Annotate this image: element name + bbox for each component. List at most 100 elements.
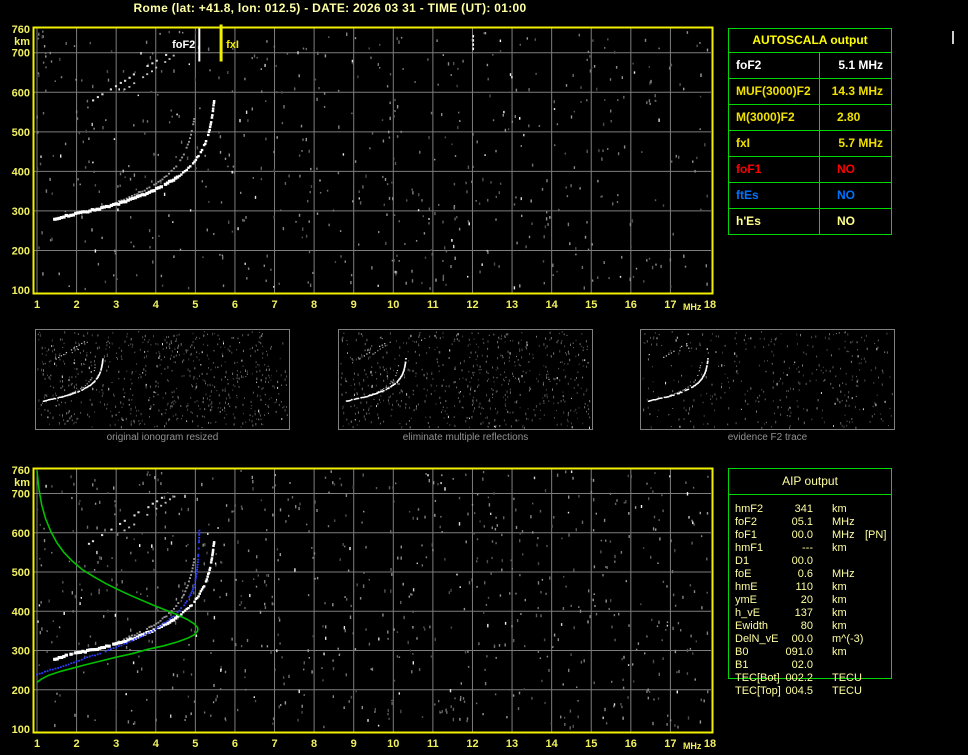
parameter-label: foF2 bbox=[729, 53, 820, 78]
autoscala-table-title: AUTOSCALA output bbox=[729, 29, 891, 53]
svg-text:8: 8 bbox=[311, 738, 317, 750]
svg-text:4: 4 bbox=[153, 738, 160, 750]
svg-text:300: 300 bbox=[12, 206, 30, 218]
parameter-value: 5.7 MHz bbox=[820, 131, 891, 156]
aip-table-title: AIP output bbox=[729, 469, 891, 495]
svg-text:760: 760 bbox=[12, 24, 30, 36]
svg-text:fxI: fxI bbox=[226, 39, 239, 51]
svg-text:12: 12 bbox=[466, 738, 478, 750]
svg-text:7: 7 bbox=[271, 299, 277, 311]
svg-text:6: 6 bbox=[232, 738, 238, 750]
noise-speckle bbox=[37, 470, 709, 729]
top-ionogram-plot: foF2fxI760700600500400300200100km1234567… bbox=[0, 17, 725, 317]
svg-text:13: 13 bbox=[506, 299, 518, 311]
svg-text:8: 8 bbox=[311, 299, 317, 311]
autoscala-row-hes: h'EsNO bbox=[729, 209, 891, 234]
aip-cell-unit: TECU bbox=[832, 672, 865, 685]
aip-cell-unit: TECU bbox=[832, 685, 865, 698]
axis-labels: 760700600500400300200100km12345678910111… bbox=[12, 465, 716, 751]
svg-text:14: 14 bbox=[546, 299, 559, 311]
aip-cell-label: foE bbox=[735, 568, 785, 581]
aip-row-b0: B0091.0 km bbox=[728, 646, 908, 659]
parameter-label: h'Es bbox=[729, 209, 820, 234]
thumbnail-caption-evidence: evidence F2 trace bbox=[640, 432, 895, 443]
svg-text:200: 200 bbox=[12, 685, 30, 697]
aip-cell-value: 20 bbox=[785, 594, 813, 607]
svg-text:3: 3 bbox=[113, 738, 119, 750]
aip-cell-label: B0 bbox=[735, 646, 785, 659]
page-title: Rome (lat: +41.8, lon: 012.5) - DATE: 20… bbox=[0, 1, 660, 15]
svg-text:700: 700 bbox=[12, 48, 30, 60]
aip-cell-unit: MHz bbox=[832, 568, 865, 581]
svg-text:16: 16 bbox=[625, 738, 637, 750]
aip-cell-unit bbox=[832, 659, 865, 672]
aip-cell-value: 341 bbox=[785, 503, 813, 516]
aip-cell-label: h_vE bbox=[735, 607, 785, 620]
aip-cell-value: 002.2 bbox=[785, 672, 813, 685]
svg-text:km: km bbox=[14, 477, 30, 489]
aip-cell-unit: km bbox=[832, 594, 865, 607]
aip-cell-label: hmF1 bbox=[735, 542, 785, 555]
svg-text:18: 18 bbox=[704, 299, 716, 311]
autoscala-row-fxi: fxI5.7 MHz bbox=[729, 131, 891, 157]
aip-cell-value: 02.0 bbox=[785, 659, 813, 672]
aip-row-hme: hmE110km bbox=[728, 581, 908, 594]
aip-cell-unit: km bbox=[832, 646, 865, 659]
svg-text:13: 13 bbox=[506, 738, 518, 750]
aip-cell-unit: km bbox=[832, 620, 865, 633]
aip-cell-value: 091.0 bbox=[785, 646, 813, 659]
aip-cell-value: 00.0 bbox=[785, 555, 813, 568]
noise-speckle bbox=[36, 31, 708, 291]
svg-text:15: 15 bbox=[585, 299, 597, 311]
bottom-ionogram-plot: 760700600500400300200100km12345678910111… bbox=[0, 458, 725, 755]
aip-row-tecbot: TEC[Bot]002.2TECU bbox=[728, 672, 908, 685]
autoscala-row-ftes: ftEsNO bbox=[729, 183, 891, 209]
svg-text:600: 600 bbox=[12, 87, 30, 99]
svg-text:15: 15 bbox=[585, 738, 597, 750]
svg-text:17: 17 bbox=[664, 299, 676, 311]
svg-text:17: 17 bbox=[664, 738, 676, 750]
grid-lines bbox=[34, 28, 711, 293]
autoscala-row-muf3000f2: MUF(3000)F214.3 MHz bbox=[729, 79, 891, 105]
aip-row-hmf2: hmF2341km bbox=[728, 503, 908, 516]
aip-cell-label: Ewidth bbox=[735, 620, 785, 633]
svg-text:10: 10 bbox=[387, 738, 399, 750]
aip-cell-label: foF1 bbox=[735, 529, 785, 542]
svg-text:10: 10 bbox=[387, 299, 399, 311]
aip-cell-label: hmE bbox=[735, 581, 785, 594]
aip-cell-unit bbox=[832, 555, 865, 568]
parameter-value: NO bbox=[820, 157, 891, 182]
svg-text:km: km bbox=[14, 36, 30, 48]
aip-cell-value: --- bbox=[785, 542, 813, 555]
svg-text:9: 9 bbox=[351, 299, 357, 311]
svg-text:700: 700 bbox=[12, 489, 30, 501]
parameter-label: MUF(3000)F2 bbox=[729, 79, 820, 104]
top-content: foF2fxI760700600500400300200100km1234567… bbox=[12, 24, 716, 312]
aip-cell-note: [PN] bbox=[865, 529, 886, 542]
noise-artifact bbox=[952, 31, 954, 44]
thumbnail-border bbox=[641, 330, 895, 430]
aip-cell-value: 0.6 bbox=[785, 568, 813, 581]
thumbnail-caption-original: original ionogram resized bbox=[35, 432, 290, 443]
svg-text:400: 400 bbox=[12, 606, 30, 618]
svg-text:14: 14 bbox=[546, 738, 559, 750]
autoscala-row-fof1: foF1NO bbox=[729, 157, 891, 183]
aip-row-b1: B102.0 bbox=[728, 659, 908, 672]
axis-labels: 760700600500400300200100km12345678910111… bbox=[12, 24, 716, 312]
svg-text:100: 100 bbox=[12, 724, 30, 736]
svg-text:2: 2 bbox=[74, 299, 80, 311]
bottom-content: 760700600500400300200100km12345678910111… bbox=[12, 465, 716, 751]
parameter-value: 14.3 MHz bbox=[820, 79, 891, 104]
aip-cell-label: TEC[Top] bbox=[735, 685, 785, 698]
aip-cell-value: 00.0 bbox=[785, 529, 813, 542]
svg-text:11: 11 bbox=[427, 738, 439, 750]
aip-row-hve: h_vE137km bbox=[728, 607, 908, 620]
aip-cell-unit: km bbox=[832, 542, 865, 555]
svg-text:12: 12 bbox=[466, 299, 478, 311]
aip-cell-label: foF2 bbox=[735, 516, 785, 529]
parameter-value: NO bbox=[820, 209, 891, 234]
svg-text:500: 500 bbox=[12, 127, 30, 139]
svg-text:400: 400 bbox=[12, 166, 30, 178]
plot-border bbox=[34, 28, 713, 294]
thumbnail-evidence-f2-trace bbox=[640, 329, 895, 431]
